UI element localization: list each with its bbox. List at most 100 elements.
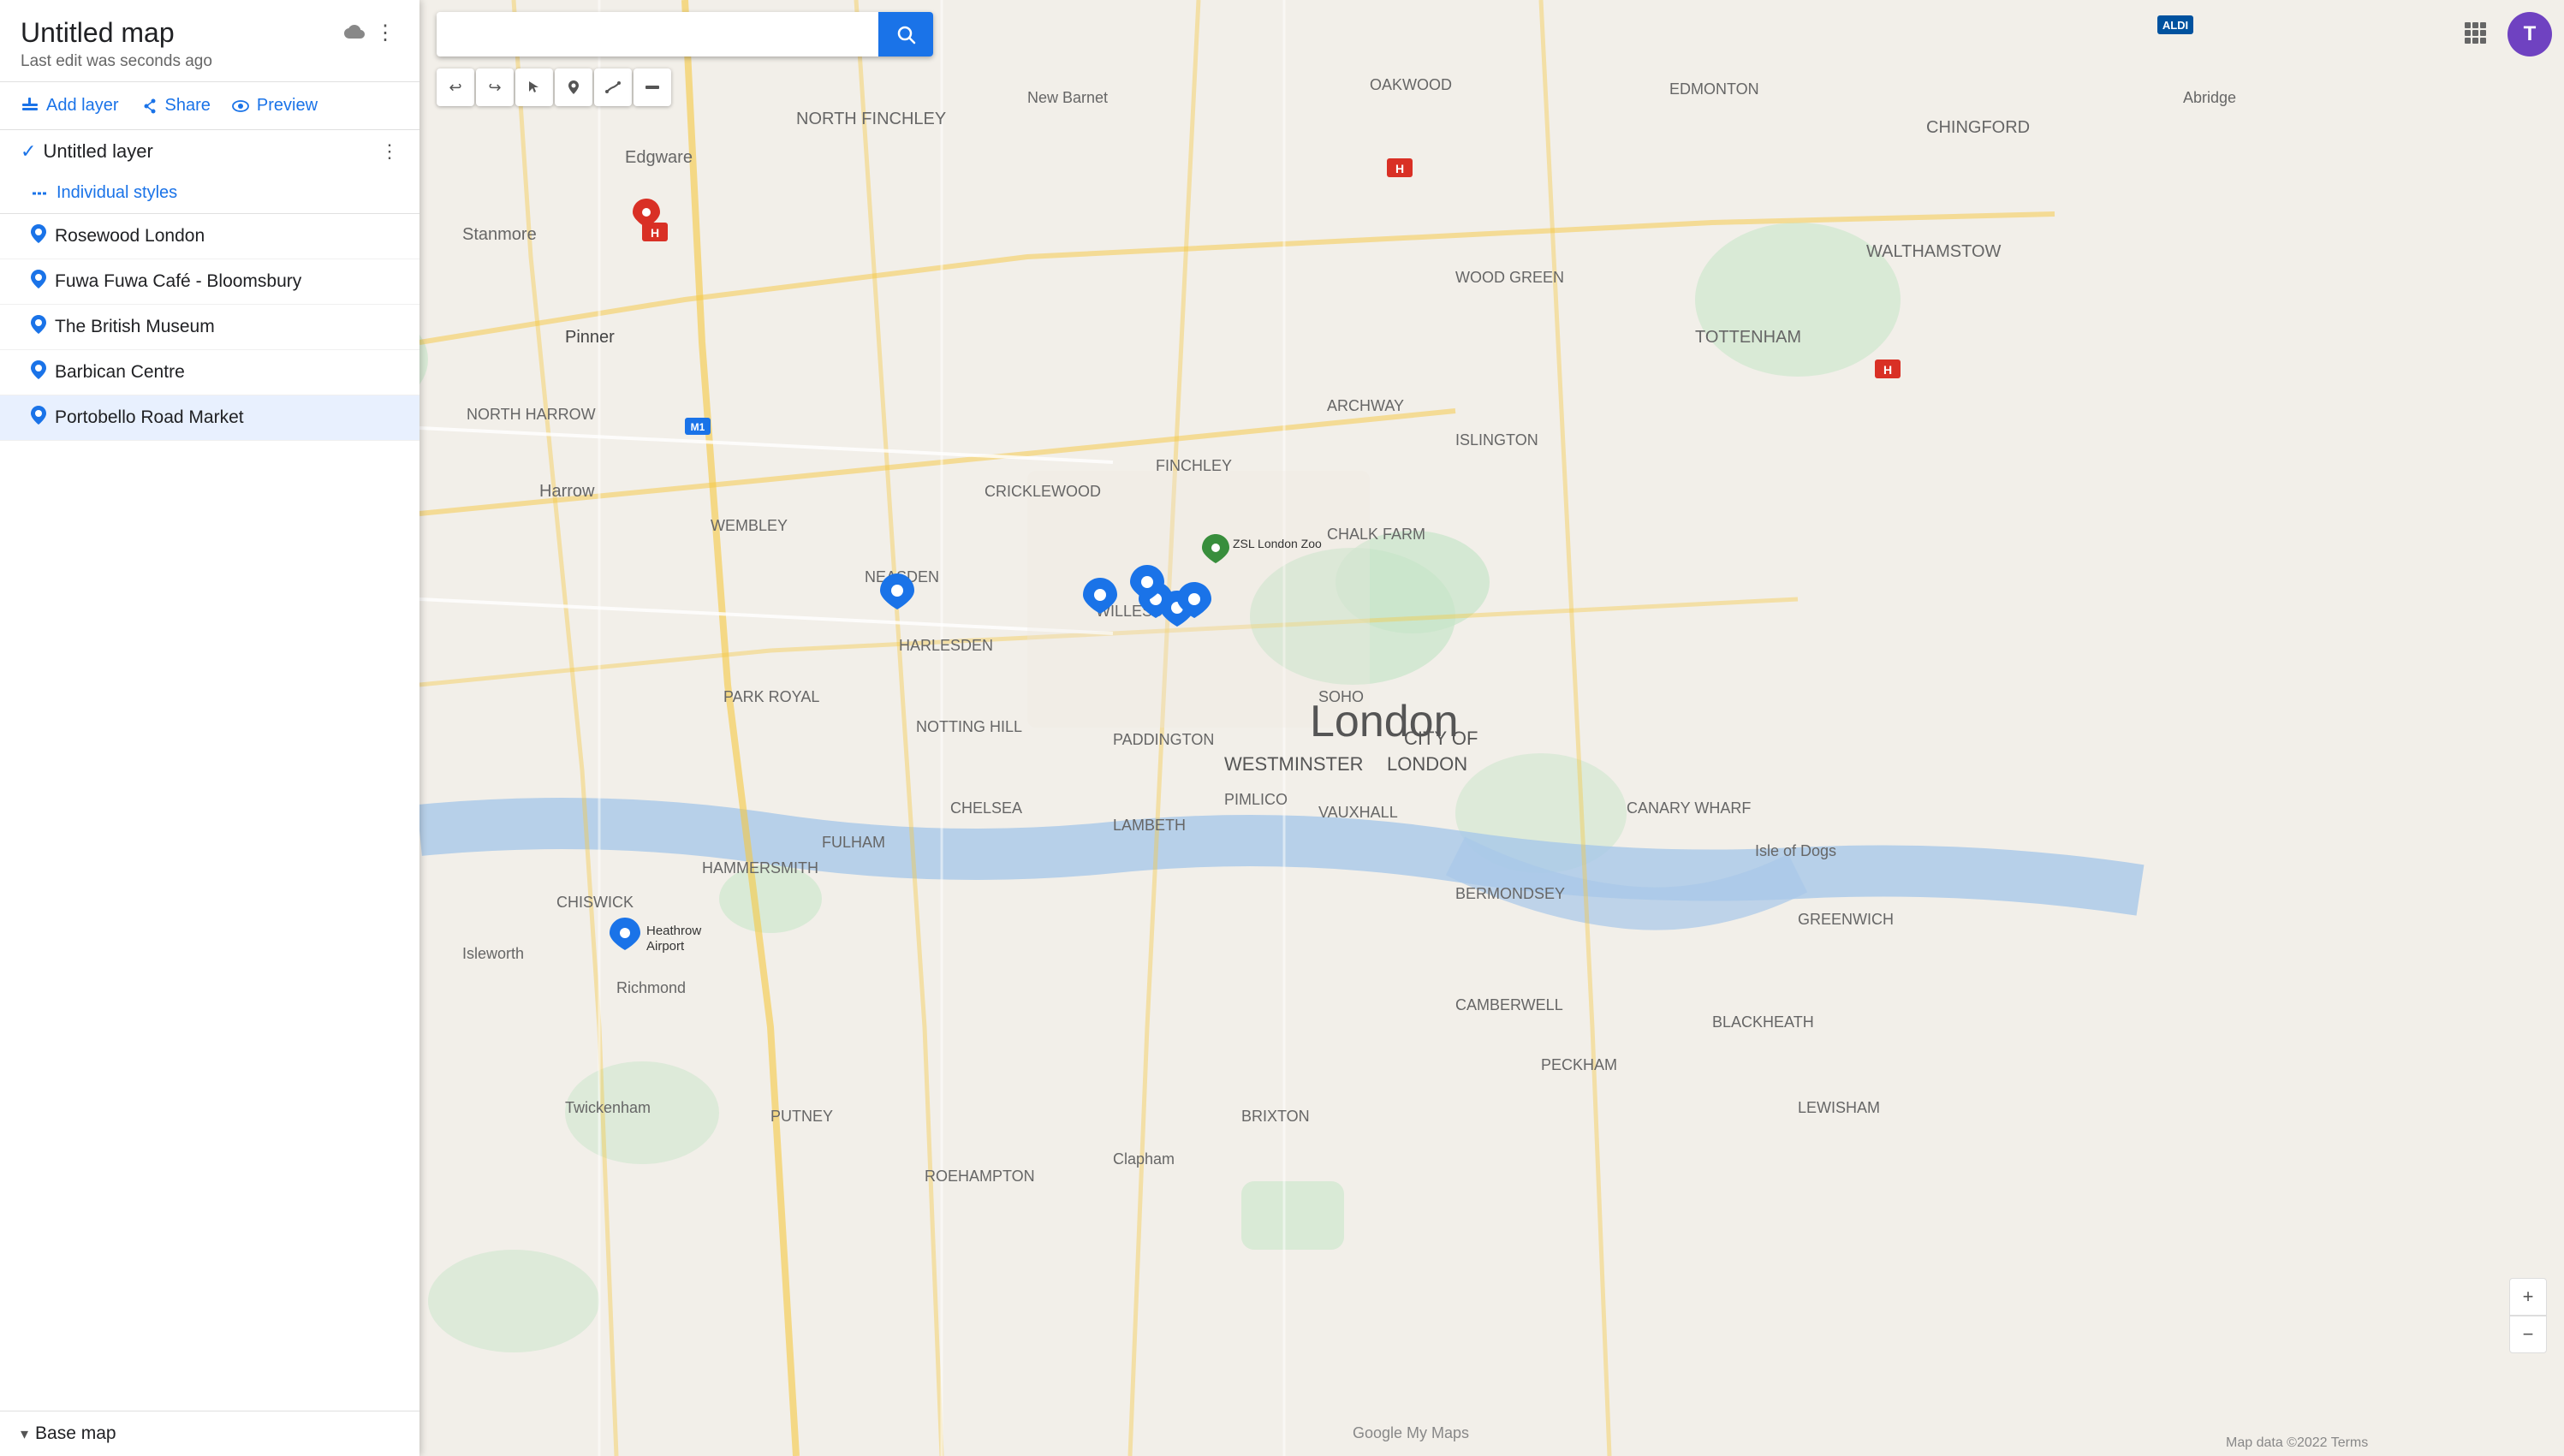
svg-text:Heathrow: Heathrow: [646, 924, 701, 938]
layer-title-row: ✓ Untitled layer: [21, 140, 153, 163]
layer-more-button[interactable]: ⋮: [380, 140, 399, 163]
location-name: Portobello Road Market: [55, 407, 244, 428]
svg-text:LAMBETH: LAMBETH: [1113, 817, 1186, 834]
svg-text:Richmond: Richmond: [616, 979, 686, 996]
svg-text:NOTTING HILL: NOTTING HILL: [916, 718, 1022, 735]
svg-text:CRICKLEWOOD: CRICKLEWOOD: [985, 483, 1101, 500]
add-layer-button[interactable]: Add layer: [21, 96, 119, 116]
line-icon: [605, 80, 621, 95]
zoom-in-button[interactable]: +: [2509, 1278, 2547, 1316]
add-layer-label: Add layer: [46, 96, 119, 116]
select-tool-button[interactable]: [515, 68, 553, 106]
layer-check-icon: ✓: [21, 140, 36, 163]
svg-text:TOTTENHAM: TOTTENHAM: [1695, 328, 1801, 347]
svg-text:H: H: [1395, 162, 1404, 175]
svg-text:PADDINGTON: PADDINGTON: [1113, 731, 1214, 748]
individual-styles-row[interactable]: Individual styles: [0, 176, 419, 214]
svg-text:PIMLICO: PIMLICO: [1224, 791, 1288, 808]
svg-text:ISLINGTON: ISLINGTON: [1455, 431, 1538, 449]
search-button[interactable]: [878, 12, 933, 56]
apps-button[interactable]: [2453, 10, 2497, 55]
svg-text:LONDON: LONDON: [1387, 753, 1467, 775]
share-icon: [140, 97, 158, 116]
eye-icon: [231, 97, 250, 116]
redo-button[interactable]: ↪: [476, 68, 514, 106]
zoom-out-button[interactable]: −: [2509, 1316, 2547, 1353]
svg-text:ALDI: ALDI: [2162, 19, 2188, 32]
sidebar-header: Untitled map ⋮ Last edit was seconds ago: [0, 0, 419, 82]
svg-text:EDMONTON: EDMONTON: [1669, 80, 1759, 98]
svg-text:PARK ROYAL: PARK ROYAL: [723, 688, 819, 705]
layer-header: ✓ Untitled layer ⋮: [21, 140, 399, 163]
svg-text:HARLESDEN: HARLESDEN: [899, 637, 993, 654]
user-avatar[interactable]: T: [2507, 12, 2552, 56]
svg-text:Airport: Airport: [646, 939, 685, 954]
location-pin-icon: [31, 406, 46, 430]
location-item-british-museum[interactable]: The British Museum: [0, 305, 419, 350]
map-subtitle: Last edit was seconds ago: [21, 52, 399, 71]
svg-text:FINCHLEY: FINCHLEY: [1156, 457, 1232, 474]
svg-text:London: London: [1310, 697, 1459, 746]
location-name: Barbican Centre: [55, 362, 185, 383]
svg-text:WEMBLEY: WEMBLEY: [711, 517, 788, 534]
search-icon: [895, 24, 916, 45]
svg-text:CHISWICK: CHISWICK: [556, 894, 634, 911]
map-title: Untitled map: [21, 17, 175, 49]
base-map-label: Base map: [35, 1423, 116, 1444]
svg-text:Abridge: Abridge: [2183, 89, 2236, 106]
map-toolbar: ↩ ↪: [437, 68, 671, 106]
undo-button[interactable]: ↩: [437, 68, 474, 106]
location-item-barbican[interactable]: Barbican Centre: [0, 350, 419, 395]
svg-text:ZSL London Zoo: ZSL London Zoo: [1233, 537, 1322, 550]
svg-text:PECKHAM: PECKHAM: [1541, 1056, 1617, 1073]
location-pin-icon: [31, 270, 46, 294]
map-more-button[interactable]: ⋮: [372, 17, 399, 49]
search-bar: [437, 12, 933, 56]
location-item-portobello[interactable]: Portobello Road Market: [0, 395, 419, 441]
share-button[interactable]: Share: [140, 96, 211, 116]
individual-styles-label: Individual styles: [57, 183, 177, 203]
svg-text:CANARY WHARF: CANARY WHARF: [1627, 799, 1751, 817]
location-pin-icon: [31, 224, 46, 248]
svg-text:Edgware: Edgware: [625, 148, 693, 167]
cursor-icon: [526, 80, 542, 95]
svg-text:CHELSEA: CHELSEA: [950, 799, 1022, 817]
marker-icon: [566, 80, 581, 95]
layers-section: ✓ Untitled layer ⋮ Individual styles Ros…: [0, 130, 419, 1411]
search-input[interactable]: [437, 22, 878, 46]
svg-text:M1: M1: [691, 421, 705, 433]
svg-text:FULHAM: FULHAM: [822, 834, 885, 851]
svg-text:OAKWOOD: OAKWOOD: [1370, 76, 1452, 93]
base-map-row[interactable]: ▾ Base map: [21, 1423, 399, 1444]
base-map-section: ▾ Base map: [0, 1411, 419, 1456]
untitled-layer: ✓ Untitled layer ⋮: [0, 130, 419, 176]
svg-text:VAUXHALL: VAUXHALL: [1318, 804, 1398, 821]
location-name: Fuwa Fuwa Café - Bloomsbury: [55, 271, 301, 292]
svg-text:ARCHWAY: ARCHWAY: [1327, 397, 1404, 414]
measure-button[interactable]: [634, 68, 671, 106]
add-layer-icon: [21, 97, 39, 116]
svg-text:BRIXTON: BRIXTON: [1241, 1108, 1310, 1125]
svg-text:Map data ©2022 Terms: Map data ©2022 Terms: [2226, 1435, 2368, 1450]
add-marker-button[interactable]: [555, 68, 592, 106]
svg-text:Harrow: Harrow: [539, 482, 595, 501]
preview-button[interactable]: Preview: [231, 96, 318, 116]
svg-text:BERMONDSEY: BERMONDSEY: [1455, 885, 1565, 902]
share-label: Share: [165, 96, 211, 116]
svg-text:H: H: [1883, 363, 1892, 377]
location-item-fuwa-fuwa[interactable]: Fuwa Fuwa Café - Bloomsbury: [0, 259, 419, 305]
svg-text:PUTNEY: PUTNEY: [770, 1108, 833, 1125]
preview-label: Preview: [257, 96, 318, 116]
svg-text:BLACKHEATH: BLACKHEATH: [1712, 1013, 1814, 1031]
location-item-rosewood[interactable]: Rosewood London: [0, 214, 419, 259]
measure-icon: [645, 80, 660, 95]
svg-text:New Barnet: New Barnet: [1027, 89, 1108, 106]
svg-text:LEWISHAM: LEWISHAM: [1798, 1099, 1880, 1116]
location-pin-icon: [31, 360, 46, 384]
svg-text:H: H: [651, 226, 659, 240]
svg-text:WALTHAMSTOW: WALTHAMSTOW: [1866, 242, 2002, 261]
svg-text:Isleworth: Isleworth: [462, 945, 524, 962]
chevron-down-icon: ▾: [21, 1425, 28, 1443]
draw-line-button[interactable]: [594, 68, 632, 106]
map-title-row: Untitled map ⋮: [21, 17, 399, 49]
